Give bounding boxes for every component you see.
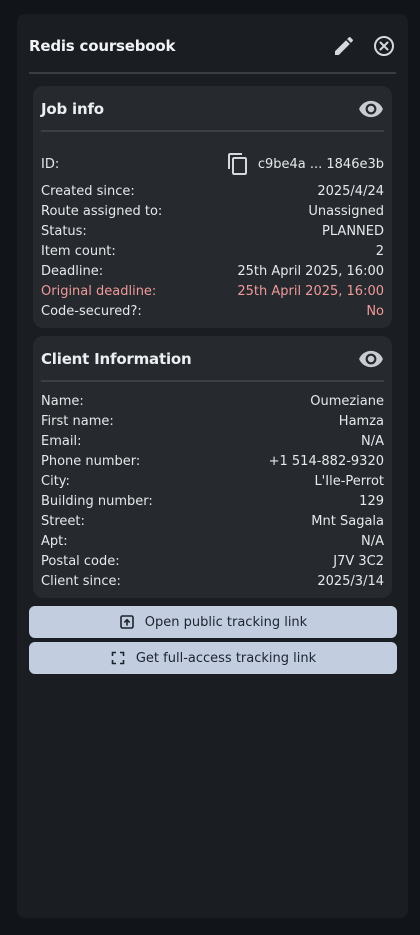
created-label: Created since: — [41, 183, 135, 199]
first-name-label: First name: — [41, 413, 114, 429]
status-row: Status: PLANNED — [41, 221, 384, 241]
client-info-card: Client Information Name: Oumeziane First… — [33, 336, 392, 598]
deadline-row: Deadline: 25th April 2025, 16:00 — [41, 261, 384, 281]
email-row: Email: N/A — [41, 431, 384, 451]
street-value: Mnt Sagala — [311, 513, 384, 529]
apt-label: Apt: — [41, 533, 68, 549]
code-secured-row: Code-secured?: No — [41, 301, 384, 321]
coursebook-panel: Redis coursebook Job info ID: c9be4a ...… — [17, 14, 408, 918]
name-label: Name: — [41, 393, 84, 409]
original-deadline-label: Original deadline: — [41, 283, 157, 299]
phone-row: Phone number: +1 514-882-9320 — [41, 451, 384, 471]
name-row: Name: Oumeziane — [41, 391, 384, 411]
get-full-access-tracking-link-button[interactable]: Get full-access tracking link — [29, 642, 397, 674]
panel-title: Redis coursebook — [29, 37, 176, 55]
city-label: City: — [41, 473, 70, 489]
job-info-divider — [41, 130, 384, 132]
postal-code-value: J7V 3C2 — [333, 553, 384, 569]
item-count-label: Item count: — [41, 243, 116, 259]
postal-code-label: Postal code: — [41, 553, 120, 569]
code-secured-value: No — [366, 303, 384, 319]
building-row: Building number: 129 — [41, 491, 384, 511]
header-divider — [29, 72, 396, 74]
first-name-row: First name: Hamza — [41, 411, 384, 431]
id-label: ID: — [41, 156, 60, 172]
open-in-new-icon — [119, 614, 135, 630]
pencil-icon[interactable] — [332, 34, 356, 58]
route-row: Route assigned to: Unassigned — [41, 201, 384, 221]
deadline-value: 25th April 2025, 16:00 — [237, 263, 384, 279]
status-label: Status: — [41, 223, 87, 239]
eye-icon[interactable] — [358, 346, 384, 372]
route-label: Route assigned to: — [41, 203, 163, 219]
client-since-value: 2025/3/14 — [317, 573, 384, 589]
client-info-title: Client Information — [41, 350, 192, 368]
fullscreen-icon — [110, 650, 126, 666]
id-value: c9be4a ... 1846e3b — [257, 156, 384, 172]
eye-icon[interactable] — [358, 96, 384, 122]
street-row: Street: Mnt Sagala — [41, 511, 384, 531]
client-since-label: Client since: — [41, 573, 121, 589]
status-value: PLANNED — [322, 223, 384, 239]
name-value: Oumeziane — [310, 393, 384, 409]
created-value: 2025/4/24 — [317, 183, 384, 199]
deadline-label: Deadline: — [41, 263, 104, 279]
panel-header: Redis coursebook — [29, 28, 396, 64]
original-deadline-value: 25th April 2025, 16:00 — [237, 283, 384, 299]
city-value: L'Ile-Perrot — [314, 473, 384, 489]
phone-label: Phone number: — [41, 453, 141, 469]
email-value: N/A — [361, 433, 384, 449]
apt-row: Apt: N/A — [41, 531, 384, 551]
street-label: Street: — [41, 513, 85, 529]
first-name-value: Hamza — [338, 413, 384, 429]
email-label: Email: — [41, 433, 82, 449]
job-info-title: Job info — [41, 100, 104, 118]
phone-value: +1 514-882-9320 — [268, 453, 384, 469]
copy-icon[interactable] — [226, 152, 250, 176]
item-count-row: Item count: 2 — [41, 241, 384, 261]
postal-code-row: Postal code: J7V 3C2 — [41, 551, 384, 571]
open-public-tracking-link-button[interactable]: Open public tracking link — [29, 606, 397, 638]
route-value: Unassigned — [308, 203, 384, 219]
apt-value: N/A — [361, 533, 384, 549]
close-circle-icon[interactable] — [372, 34, 396, 58]
building-label: Building number: — [41, 493, 153, 509]
client-since-row: Client since: 2025/3/14 — [41, 571, 384, 591]
building-value: 129 — [359, 493, 384, 509]
job-info-header: Job info — [41, 94, 384, 124]
client-info-header: Client Information — [41, 344, 384, 374]
job-info-card: Job info ID: c9be4a ... 1846e3b Created … — [33, 86, 392, 328]
get-full-access-tracking-link-label: Get full-access tracking link — [135, 650, 317, 666]
city-row: City: L'Ile-Perrot — [41, 471, 384, 491]
item-count-value: 2 — [375, 243, 384, 259]
open-public-tracking-link-label: Open public tracking link — [144, 614, 308, 630]
original-deadline-row: Original deadline: 25th April 2025, 16:0… — [41, 281, 384, 301]
code-secured-label: Code-secured?: — [41, 303, 142, 319]
client-info-divider — [41, 380, 384, 382]
created-row: Created since: 2025/4/24 — [41, 181, 384, 201]
id-row: ID: c9be4a ... 1846e3b — [41, 151, 384, 177]
